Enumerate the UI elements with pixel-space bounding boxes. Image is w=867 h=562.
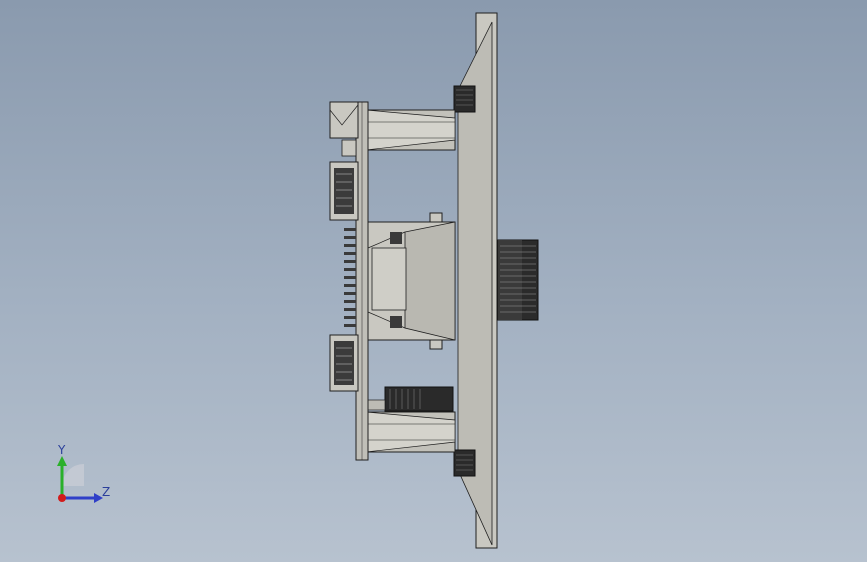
- pin-array: [344, 228, 356, 327]
- top-connector: [329, 101, 359, 157]
- y-axis-label: Y: [57, 443, 66, 457]
- knob[interactable]: [497, 239, 539, 321]
- lower-module: [329, 334, 359, 392]
- cad-viewport[interactable]: [0, 0, 867, 562]
- upper-module: [329, 161, 359, 221]
- center-housing: [367, 212, 456, 350]
- x-axis-dot: [58, 494, 66, 502]
- lower-component: [367, 386, 454, 412]
- lower-standoff: [365, 411, 456, 453]
- pcb-board: [355, 101, 369, 461]
- upper-standoff: [365, 109, 456, 151]
- lower-nut: [453, 449, 476, 477]
- upper-nut: [453, 85, 476, 113]
- axis-triad: Y Z: [57, 443, 110, 503]
- z-axis-label: Z: [102, 485, 110, 499]
